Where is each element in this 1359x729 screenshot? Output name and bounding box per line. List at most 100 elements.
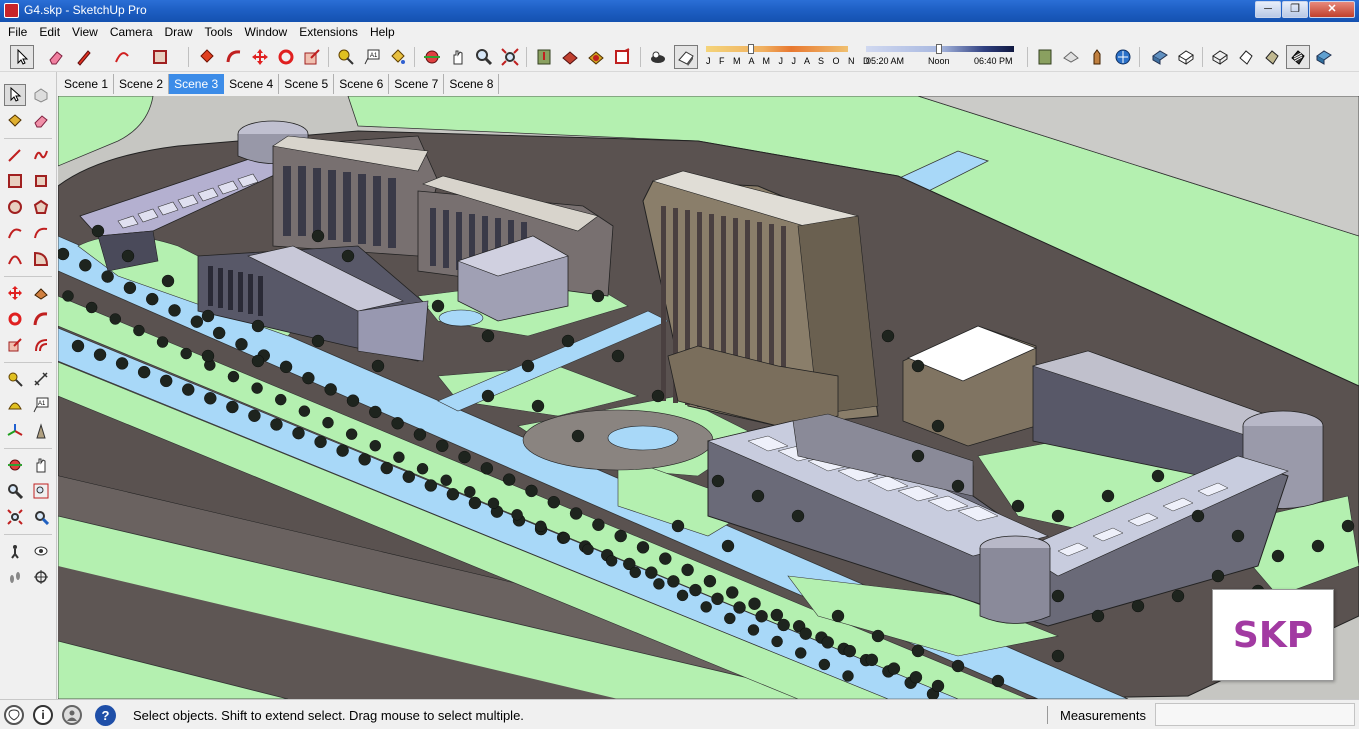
section-plane-tool-icon[interactable]: [30, 566, 52, 588]
tab-scene-6[interactable]: Scene 6: [334, 74, 390, 94]
paint-bucket-tool-icon[interactable]: [4, 110, 26, 132]
shaded-icon[interactable]: [1260, 45, 1284, 69]
tab-scene-2[interactable]: Scene 2: [114, 74, 170, 94]
geo-location-status-icon[interactable]: [4, 705, 24, 725]
measurements-input[interactable]: [1155, 703, 1355, 726]
shaded-textures-icon[interactable]: [1286, 45, 1310, 69]
info-icon[interactable]: i: [33, 705, 53, 725]
rotated-rectangle-icon[interactable]: [30, 170, 52, 192]
close-button[interactable]: ✕: [1309, 1, 1355, 18]
rotate-icon[interactable]: [274, 45, 298, 69]
tab-scene-1[interactable]: Scene 1: [59, 74, 115, 94]
look-around-icon[interactable]: [30, 540, 52, 562]
shadows-icon[interactable]: [646, 45, 670, 69]
zoom-icon[interactable]: [472, 45, 496, 69]
move-icon[interactable]: [248, 45, 272, 69]
pan-icon[interactable]: [446, 45, 470, 69]
shadow-time-slider[interactable]: 05:20 AM Noon 06:40 PM: [866, 44, 1014, 66]
position-camera-icon[interactable]: [4, 540, 26, 562]
user-icon[interactable]: [62, 705, 82, 725]
xray-icon[interactable]: [1148, 45, 1172, 69]
protractor-icon[interactable]: [4, 394, 26, 416]
pie-icon[interactable]: [30, 248, 52, 270]
section-plane-icon[interactable]: [610, 45, 634, 69]
walk-icon[interactable]: [4, 566, 26, 588]
orbit-tool-icon[interactable]: [4, 454, 26, 476]
paint-bucket-icon[interactable]: [386, 45, 410, 69]
component-icon[interactable]: [30, 84, 52, 106]
zoom-extents-icon[interactable]: [498, 45, 522, 69]
tree: [1051, 649, 1065, 663]
menu-draw[interactable]: Draw: [159, 25, 199, 39]
eraser-icon[interactable]: [44, 45, 68, 69]
rectangle-icon[interactable]: [148, 45, 172, 69]
wireframe-icon[interactable]: [1208, 45, 1232, 69]
offset-icon[interactable]: [30, 334, 52, 356]
tab-scene-4[interactable]: Scene 4: [224, 74, 280, 94]
eraser-tool-icon[interactable]: [30, 110, 52, 132]
menu-tools[interactable]: Tools: [199, 25, 239, 39]
text-icon[interactable]: A1: [360, 45, 384, 69]
scale-tool-icon[interactable]: [4, 334, 26, 356]
tab-scene-5[interactable]: Scene 5: [279, 74, 335, 94]
extension-warehouse-icon[interactable]: [1059, 45, 1083, 69]
two-point-arc-icon[interactable]: [30, 222, 52, 244]
tape-measure-icon[interactable]: [334, 45, 358, 69]
three-point-arc-icon[interactable]: [4, 248, 26, 270]
tab-scene-8[interactable]: Scene 8: [444, 74, 500, 94]
menu-edit[interactable]: Edit: [33, 25, 66, 39]
zoom-extents-tool-icon[interactable]: [4, 506, 26, 528]
monochrome-icon[interactable]: [1312, 45, 1336, 69]
previous-view-icon[interactable]: [30, 506, 52, 528]
dimension-icon[interactable]: [30, 368, 52, 390]
menu-bar: File Edit View Camera Draw Tools Window …: [0, 22, 1359, 42]
zoom-window-icon[interactable]: [30, 480, 52, 502]
menu-help[interactable]: Help: [364, 25, 401, 39]
pan-tool-icon[interactable]: [30, 454, 52, 476]
add-location-icon[interactable]: [558, 45, 582, 69]
minimize-button[interactable]: ─: [1255, 1, 1281, 18]
layout-icon[interactable]: [1085, 45, 1109, 69]
tab-scene-3[interactable]: Scene 3: [169, 74, 225, 94]
arc-icon[interactable]: [110, 45, 134, 69]
rectangle-tool-icon[interactable]: [4, 170, 26, 192]
rotate-tool-icon[interactable]: [4, 308, 26, 330]
push-pull-tool-icon[interactable]: [30, 282, 52, 304]
maximize-button[interactable]: ❐: [1282, 1, 1308, 18]
back-edges-icon[interactable]: [1174, 45, 1198, 69]
shadow-toggle-icon[interactable]: [674, 45, 698, 69]
follow-me-icon[interactable]: [222, 45, 246, 69]
scale-icon[interactable]: [300, 45, 324, 69]
line-tool-icon[interactable]: [4, 144, 26, 166]
photo-texture-icon[interactable]: [584, 45, 608, 69]
hidden-line-icon[interactable]: [1234, 45, 1258, 69]
menu-camera[interactable]: Camera: [104, 25, 159, 39]
model-viewport[interactable]: SKP: [58, 96, 1359, 699]
push-pull-icon[interactable]: [195, 45, 219, 69]
menu-extensions[interactable]: Extensions: [293, 25, 364, 39]
menu-window[interactable]: Window: [239, 25, 294, 39]
orbit-icon[interactable]: [420, 45, 444, 69]
select-icon[interactable]: [10, 45, 34, 69]
axes-icon[interactable]: [4, 420, 26, 442]
3d-text-icon[interactable]: [30, 420, 52, 442]
menu-view[interactable]: View: [66, 25, 104, 39]
warehouse-icon[interactable]: [1033, 45, 1057, 69]
zoom-tool-icon[interactable]: [4, 480, 26, 502]
follow-me-tool-icon[interactable]: [30, 308, 52, 330]
menu-file[interactable]: File: [2, 25, 33, 39]
geo-location-icon[interactable]: [532, 45, 556, 69]
text-tool-icon[interactable]: A1: [30, 394, 52, 416]
arc-tool-icon[interactable]: [4, 222, 26, 244]
share-icon[interactable]: [1111, 45, 1135, 69]
tape-measure-tool-icon[interactable]: [4, 368, 26, 390]
polygon-icon[interactable]: [30, 196, 52, 218]
tab-scene-7[interactable]: Scene 7: [389, 74, 445, 94]
circle-tool-icon[interactable]: [4, 196, 26, 218]
freehand-icon[interactable]: [30, 144, 52, 166]
pencil-icon[interactable]: [72, 45, 96, 69]
help-icon[interactable]: ?: [95, 705, 116, 726]
select-tool-icon[interactable]: [4, 84, 26, 106]
move-tool-icon[interactable]: [4, 282, 26, 304]
shadow-month-slider[interactable]: J F M A M J J A S O N D: [706, 44, 870, 66]
